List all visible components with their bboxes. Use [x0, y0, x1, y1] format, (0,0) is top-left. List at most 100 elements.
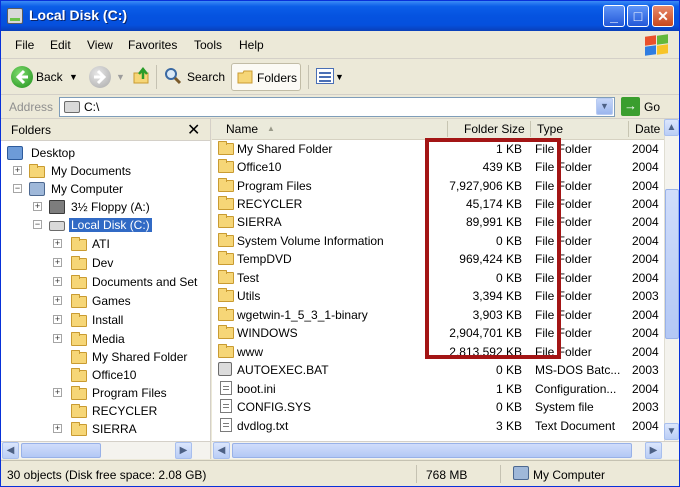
up-folder-icon[interactable] [133, 66, 151, 85]
folders-toggle[interactable]: Folders [231, 63, 301, 91]
scroll-right-icon[interactable]: ▶ [175, 442, 192, 459]
tree-item-folder[interactable]: RECYCLER [1, 403, 210, 421]
menu-tools[interactable]: Tools [194, 38, 222, 52]
forward-arrow-icon[interactable] [89, 66, 111, 88]
folder-icon [218, 344, 234, 358]
scroll-left-icon[interactable]: ◀ [2, 442, 19, 459]
tree-item-folder[interactable]: + ATI [1, 236, 210, 254]
menu-edit[interactable]: Edit [50, 38, 71, 52]
menu-file[interactable]: File [15, 38, 34, 52]
maximize-button[interactable]: □ [627, 5, 649, 27]
folder-icon [71, 386, 87, 400]
window-title: Local Disk (C:) [29, 7, 128, 23]
tree-item-folder[interactable]: + SIERRA [1, 421, 210, 439]
file-date: 2004 [632, 179, 659, 193]
tree-item-folder[interactable]: + Documents and Set [1, 274, 210, 292]
folder-icon [71, 237, 87, 251]
tree-item-folder[interactable]: + Games [1, 293, 210, 311]
back-dropdown-icon[interactable]: ▼ [69, 72, 78, 82]
views-dropdown-icon[interactable]: ▼ [335, 72, 344, 82]
scroll-thumb[interactable] [21, 443, 101, 458]
tree-item-folder[interactable]: + Install [1, 312, 210, 330]
forward-dropdown-icon[interactable]: ▼ [116, 72, 125, 82]
file-row[interactable]: AUTOEXEC.BAT 0 KB MS-DOS Batc... 2003 [212, 361, 664, 379]
scroll-right-icon[interactable]: ▶ [645, 442, 662, 459]
menu-favorites[interactable]: Favorites [128, 38, 177, 52]
scroll-left-icon[interactable]: ◀ [213, 442, 230, 459]
tree-item-desktop[interactable]: Desktop [1, 145, 210, 163]
go-button[interactable]: Go [644, 100, 660, 114]
expand-icon[interactable]: + [33, 202, 42, 211]
address-input[interactable]: C:\ ▼ [59, 97, 615, 117]
back-arrow-icon[interactable] [11, 66, 33, 88]
folder-icon [71, 332, 87, 346]
expand-icon[interactable]: + [53, 334, 62, 343]
tree-item-my-computer[interactable]: − My Computer [1, 181, 210, 199]
column-name[interactable]: Name [226, 122, 258, 136]
file-date: 2004 [632, 142, 659, 156]
column-divider[interactable] [447, 121, 448, 137]
file-name: Program Files [237, 179, 312, 193]
tree-label: 3½ Floppy (A:) [71, 200, 150, 214]
menu-help[interactable]: Help [239, 38, 264, 52]
address-bar: Address C:\ ▼ → Go [1, 95, 679, 119]
address-label: Address [9, 100, 54, 114]
collapse-icon[interactable]: − [13, 184, 22, 193]
close-button[interactable]: ✕ [652, 5, 674, 27]
expand-icon[interactable]: + [53, 388, 62, 397]
folder-icon [218, 325, 234, 339]
tree-label: My Documents [51, 164, 132, 178]
folder-icon [218, 214, 234, 228]
folder-icon [218, 307, 234, 321]
scroll-thumb[interactable] [665, 189, 679, 339]
collapse-icon[interactable]: − [33, 220, 42, 229]
column-divider[interactable] [628, 121, 629, 137]
folders-pane-scrollbar[interactable]: ◀ ▶ [1, 441, 210, 459]
scroll-up-icon[interactable]: ▲ [664, 119, 679, 136]
search-button[interactable]: Search [187, 70, 225, 84]
go-arrow-icon[interactable]: → [621, 97, 640, 116]
expand-icon[interactable]: + [53, 277, 62, 286]
desktop-icon [7, 146, 23, 160]
file-list-vertical-scrollbar[interactable]: ▲ ▼ [664, 119, 679, 441]
search-icon[interactable] [164, 67, 182, 85]
expand-icon[interactable]: + [53, 296, 62, 305]
column-type[interactable]: Type [537, 122, 563, 136]
tree-item-my-documents[interactable]: + My Documents [1, 163, 210, 181]
menu-view[interactable]: View [87, 38, 113, 52]
expand-icon[interactable]: + [13, 166, 22, 175]
back-button[interactable]: Back [36, 70, 63, 84]
close-pane-icon[interactable]: ✕ [187, 120, 200, 140]
floppy-icon [49, 200, 65, 214]
tree-item-folder[interactable]: + Program Files [1, 385, 210, 403]
expand-icon[interactable]: + [53, 315, 62, 324]
folders-pane: Folders ✕ Desktop + My Documents − My Co… [1, 119, 211, 459]
file-row[interactable]: dvdlog.txt 3 KB Text Document 2004 [212, 417, 664, 435]
settings-file-icon [220, 381, 232, 395]
column-divider[interactable] [530, 121, 531, 137]
expand-icon[interactable]: + [53, 258, 62, 267]
tree-item-local-disk[interactable]: − Local Disk (C:) [1, 217, 210, 235]
title-bar[interactable]: Local Disk (C:) _ □ ✕ [1, 1, 679, 31]
column-date[interactable]: Date [635, 122, 660, 136]
minimize-button[interactable]: _ [603, 5, 625, 27]
address-dropdown-icon[interactable]: ▼ [596, 98, 613, 115]
tree-item-folder[interactable]: My Shared Folder [1, 349, 210, 367]
expand-icon[interactable]: + [53, 239, 62, 248]
file-row[interactable]: boot.ini 1 KB Configuration... 2004 [212, 380, 664, 398]
file-row[interactable]: CONFIG.SYS 0 KB System file 2003 [212, 398, 664, 416]
disk-icon [64, 101, 80, 113]
tree-item-folder[interactable]: Office10 [1, 367, 210, 385]
views-icon[interactable] [316, 68, 334, 84]
file-list-horizontal-scrollbar[interactable]: ◀ ▶ [212, 441, 679, 459]
expand-icon[interactable]: + [53, 424, 62, 433]
scroll-down-icon[interactable]: ▼ [664, 423, 679, 440]
tree-item-folder[interactable]: + Media [1, 331, 210, 349]
tree-item-floppy[interactable]: + 3½ Floppy (A:) [1, 199, 210, 217]
folder-icon [218, 196, 234, 210]
tree-item-folder[interactable]: + Dev [1, 255, 210, 273]
scroll-thumb[interactable] [232, 443, 632, 458]
file-date: 2004 [632, 419, 659, 433]
column-folder-size[interactable]: Folder Size [464, 122, 525, 136]
file-type: System file [535, 400, 594, 414]
